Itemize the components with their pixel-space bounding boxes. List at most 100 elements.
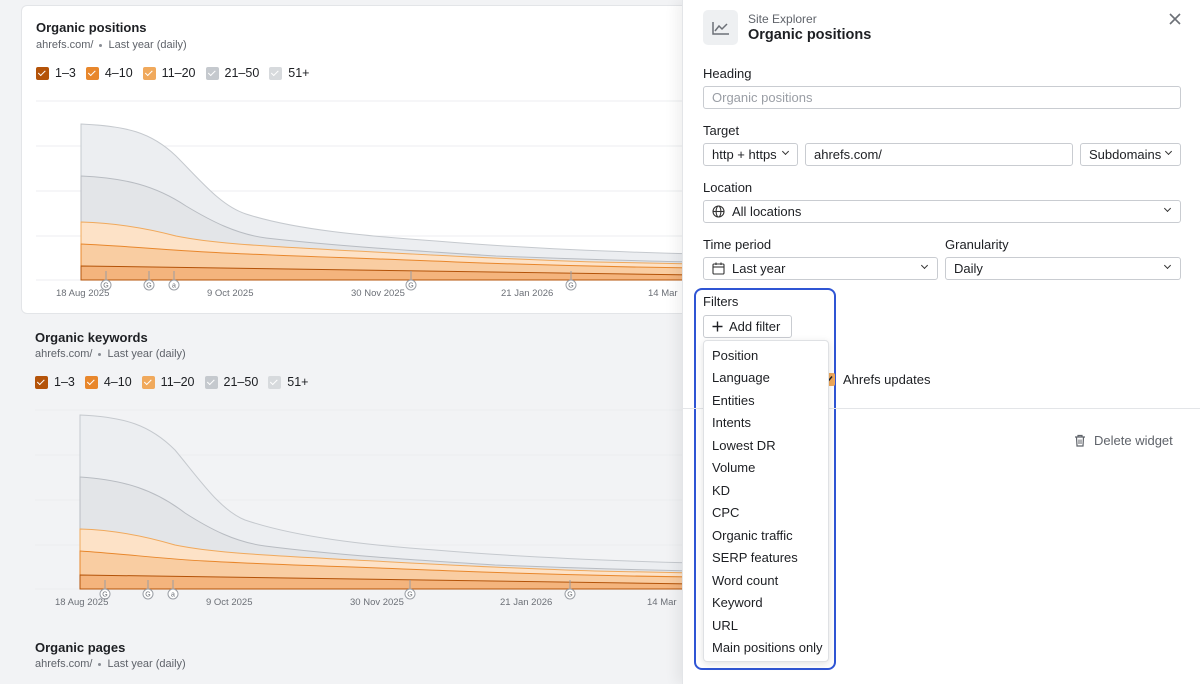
filter-option-language[interactable]: Language (704, 367, 828, 390)
legend-item-1-3[interactable]: 1–3 (35, 375, 75, 389)
x-axis-tick: 9 Oct 2025 (206, 597, 253, 608)
filter-option-organic-traffic[interactable]: Organic traffic (704, 524, 828, 547)
checkbox-checked-icon[interactable] (84, 375, 98, 389)
checkbox-checked-icon[interactable] (36, 66, 49, 80)
widget-subtitle: ahrefs.com/Last year (daily) (35, 658, 186, 670)
legend-label: 1–3 (54, 375, 75, 389)
marker-label: G (145, 592, 150, 599)
legend-item-11-20[interactable]: 11–20 (142, 66, 196, 80)
legend-label: 4–10 (103, 375, 132, 389)
granularity-label: Granularity (945, 237, 1009, 252)
filter-option-keyword[interactable]: Keyword (704, 592, 828, 615)
chart-legend: 1–3 4–10 11–20 21–50 51+ (35, 375, 309, 389)
legend-item-51-plus[interactable]: 51+ (269, 66, 310, 80)
filter-option-volume[interactable]: Volume (704, 457, 828, 480)
legend-label: 21–50 (223, 375, 259, 389)
checkbox-checked-icon[interactable] (142, 66, 156, 80)
checkbox-checked-icon[interactable] (269, 66, 283, 80)
ahrefs-updates-toggle[interactable]: Ahrefs updates (822, 372, 930, 387)
filter-option-cpc[interactable]: CPC (704, 502, 828, 525)
checkbox-checked-icon[interactable] (268, 375, 282, 389)
widget-domain: ahrefs.com/ (35, 658, 93, 670)
checkbox-checked-icon[interactable] (205, 66, 219, 80)
protocol-value: http + https (712, 147, 777, 162)
heading-input[interactable]: Organic positions (703, 86, 1181, 109)
close-icon[interactable] (1166, 10, 1184, 28)
heading-label: Heading (703, 66, 752, 81)
widget-period: Last year (daily) (107, 658, 186, 670)
legend-label: 51+ (287, 375, 309, 389)
filter-option-serp-features[interactable]: SERP features (704, 547, 828, 570)
widget-domain: ahrefs.com/ (35, 348, 93, 360)
panel-kicker: Site Explorer (748, 12, 817, 26)
legend-item-21-50[interactable]: 21–50 (205, 66, 260, 80)
filter-option-position[interactable]: Position (704, 344, 828, 367)
filter-option-word-count[interactable]: Word count (704, 569, 828, 592)
mode-select[interactable]: Subdomains (1080, 143, 1181, 166)
x-axis-tick: 9 Oct 2025 (207, 288, 254, 299)
legend-label: 11–20 (161, 66, 196, 80)
checkbox-checked-icon[interactable] (35, 375, 48, 389)
location-value: All locations (732, 204, 802, 219)
widget-organic-positions[interactable]: Organic positions ahrefs.com/Last year (… (21, 5, 700, 314)
target-label: Target (703, 123, 740, 138)
dashboard: Organic positions ahrefs.com/Last year (… (0, 0, 700, 684)
time-period-select[interactable]: Last year (703, 257, 938, 280)
legend-item-11-20[interactable]: 11–20 (141, 375, 195, 389)
delete-widget-button[interactable]: Delete widget (1074, 433, 1173, 448)
legend-item-1-3[interactable]: 1–3 (36, 66, 76, 80)
filter-option-url[interactable]: URL (704, 614, 828, 637)
chevron-down-icon (1163, 261, 1172, 270)
location-label: Location (703, 180, 753, 195)
x-axis-tick: 30 Nov 2025 (350, 597, 404, 608)
filter-option-main-positions-only[interactable]: Main positions only (704, 637, 828, 660)
legend-label: 4–10 (104, 66, 133, 80)
granularity-select[interactable]: Daily (945, 257, 1181, 280)
line-chart-icon (703, 10, 738, 45)
legend-label: 51+ (288, 66, 310, 80)
legend-item-21-50[interactable]: 21–50 (204, 375, 259, 389)
marker-label: G (567, 592, 572, 599)
legend-item-4-10[interactable]: 4–10 (85, 66, 133, 80)
x-axis-tick: 14 Mar (647, 597, 677, 608)
plus-icon (712, 321, 723, 332)
filter-dropdown-menu: Position Language Entities Intents Lowes… (703, 340, 829, 662)
separator-dot (98, 662, 102, 666)
area-chart: G G a G G (35, 409, 695, 600)
protocol-select[interactable]: http + https (703, 143, 798, 166)
filter-option-intents[interactable]: Intents (704, 412, 828, 435)
widget-organic-pages[interactable]: Organic pages ahrefs.com/Last year (dail… (21, 626, 700, 684)
filter-option-kd[interactable]: KD (704, 479, 828, 502)
checkbox-checked-icon[interactable] (141, 375, 155, 389)
legend-item-51-plus[interactable]: 51+ (268, 375, 309, 389)
add-filter-button[interactable]: Add filter (703, 315, 792, 338)
filter-option-lowest-dr[interactable]: Lowest DR (704, 434, 828, 457)
x-axis-tick: 18 Aug 2025 (55, 597, 109, 608)
widget-period: Last year (daily) (108, 39, 187, 51)
x-axis-tick: 14 Mar (648, 288, 678, 299)
trash-icon (1074, 434, 1086, 447)
widget-subtitle: ahrefs.com/Last year (daily) (35, 348, 186, 360)
heading-placeholder: Organic positions (712, 90, 813, 105)
globe-icon (712, 205, 725, 218)
widget-organic-keywords[interactable]: Organic keywords ahrefs.com/Last year (d… (21, 316, 700, 626)
ahrefs-updates-label: Ahrefs updates (843, 372, 931, 387)
chevron-down-icon (781, 147, 790, 156)
time-period-value: Last year (732, 261, 786, 276)
filters-label: Filters (703, 294, 739, 309)
checkbox-checked-icon[interactable] (85, 66, 99, 80)
add-filter-label: Add filter (729, 319, 781, 334)
widget-title: Organic pages (35, 640, 126, 655)
chevron-down-icon (1164, 147, 1173, 156)
checkbox-checked-icon[interactable] (204, 375, 218, 389)
filter-option-entities[interactable]: Entities (704, 389, 828, 412)
location-select[interactable]: All locations (703, 200, 1181, 223)
chevron-down-icon (920, 261, 929, 270)
legend-item-4-10[interactable]: 4–10 (84, 375, 132, 389)
target-input[interactable]: ahrefs.com/ (805, 143, 1073, 166)
legend-label: 21–50 (224, 66, 260, 80)
marker-label: a (171, 592, 175, 599)
widget-title: Organic positions (36, 20, 147, 35)
mode-value: Subdomains (1089, 147, 1162, 162)
panel-title: Organic positions (748, 27, 872, 43)
